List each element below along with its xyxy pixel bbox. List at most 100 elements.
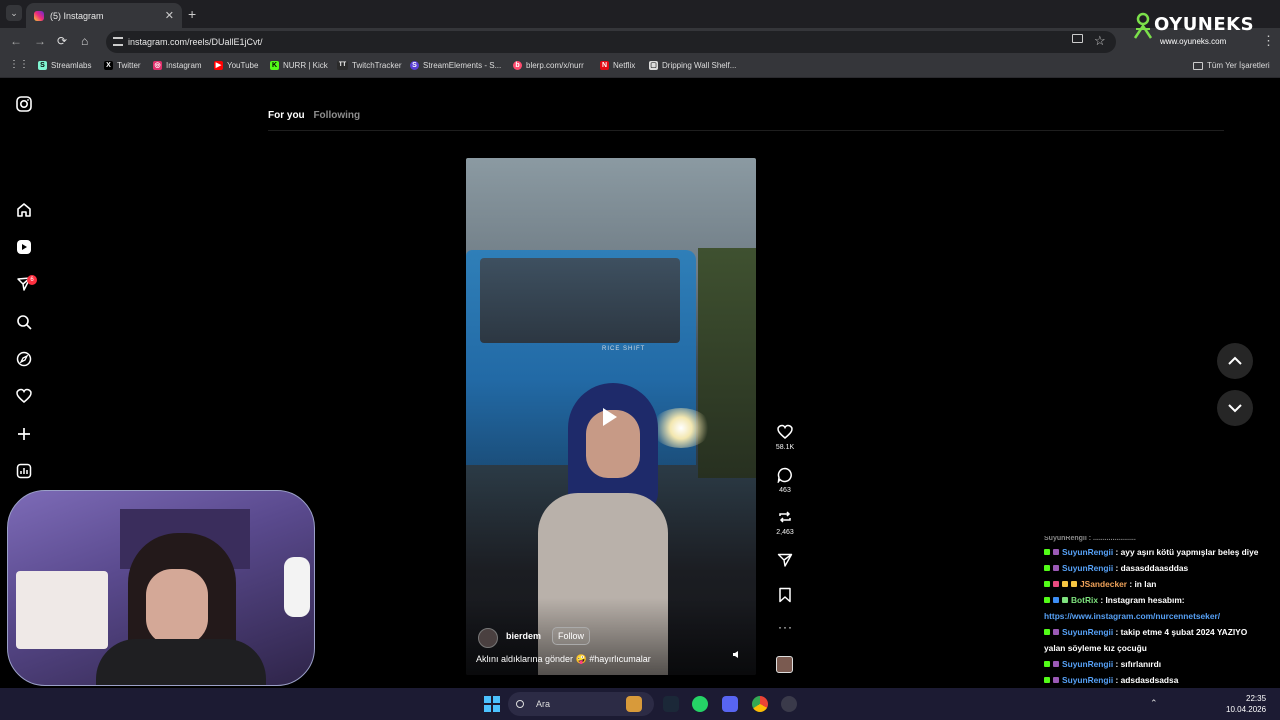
chat-text: in lan: [1134, 579, 1157, 589]
windows-start-icon[interactable]: [484, 696, 500, 712]
chat-username: SuyunRengii: [1062, 675, 1114, 685]
chat-badge-icon: [1053, 677, 1059, 683]
bookmark-label: TwitchTracker: [352, 61, 402, 70]
bookmark-blerp[interactable]: b blerp.com/x/nurr: [513, 61, 584, 70]
home-icon[interactable]: [16, 202, 32, 218]
explore-compass-icon[interactable]: [16, 351, 32, 367]
streamer-body: [96, 639, 266, 685]
next-reel-button[interactable]: [1217, 390, 1253, 426]
netflix-icon: N: [600, 61, 609, 70]
chat-badge-icon: [1053, 581, 1059, 587]
chat-badge-icon: [1044, 565, 1050, 571]
chat-link[interactable]: https://www.instagram.com/nurcennetseker…: [1044, 611, 1220, 621]
address-bar[interactable]: instagram.com/reels/DUallE1jCvt/: [106, 31, 1116, 53]
apps-grid-icon[interactable]: ⋮⋮: [9, 59, 29, 70]
taskbar-clock[interactable]: 22:35 10.04.2026: [1226, 693, 1266, 715]
more-options-icon[interactable]: ···: [778, 620, 793, 634]
whatsapp-icon[interactable]: [692, 696, 708, 712]
bookmark-twitchtracker[interactable]: TT TwitchTracker: [337, 61, 402, 70]
webcam-microphone: [284, 557, 310, 617]
all-bookmarks[interactable]: Tüm Yer İşaretleri: [1193, 61, 1270, 70]
chat-badge-icon: [1053, 661, 1059, 667]
chevron-up-icon: [1228, 356, 1242, 365]
bookmark-label: YouTube: [227, 61, 259, 70]
save-bookmark-icon[interactable]: [777, 587, 793, 603]
bookmark-label: Dripping Wall Shelf...: [662, 61, 737, 70]
instagram-logo-icon[interactable]: [16, 96, 32, 112]
bookmark-label: Twitter: [117, 61, 141, 70]
author-name[interactable]: bierdem: [506, 631, 541, 641]
streamlabs-icon: S: [38, 61, 47, 70]
reels-icon[interactable]: [16, 239, 32, 255]
tab-close-icon[interactable]: ✕: [165, 9, 174, 22]
audio-thumbnail[interactable]: [776, 656, 793, 673]
reload-icon[interactable]: ⟳: [57, 34, 67, 48]
bookmark-star-icon[interactable]: ☆: [1094, 33, 1106, 49]
chat-message: SuyunRengii : dasasddaasddas: [1044, 560, 1280, 576]
back-icon[interactable]: ←: [10, 34, 22, 48]
play-icon[interactable]: [603, 408, 617, 426]
share-send-icon[interactable]: [777, 552, 793, 568]
tab-for-you[interactable]: For you: [268, 110, 305, 121]
bookmark-streamlabs[interactable]: S Streamlabs: [38, 61, 91, 70]
dashboard-chart-icon[interactable]: [16, 463, 32, 479]
bookmark-dripping-shelf[interactable]: ▢ Dripping Wall Shelf...: [649, 61, 736, 70]
tab-title: (5) Instagram: [50, 10, 104, 21]
like-action[interactable]: 58.1K: [772, 424, 798, 451]
bookmark-label: Netflix: [613, 61, 636, 70]
search-icon[interactable]: [16, 314, 32, 330]
tab-following[interactable]: Following: [313, 110, 360, 121]
chat-text: takip etme 4 şubat 2024 YAZIYO: [1120, 627, 1248, 637]
repost-action[interactable]: 2,463: [772, 509, 798, 536]
bookmark-streamelements[interactable]: S StreamElements - S...: [410, 61, 501, 70]
discord-icon[interactable]: [722, 696, 738, 712]
chat-username: BotRix: [1071, 595, 1098, 605]
tray-chevron-icon[interactable]: ⌃: [1150, 698, 1158, 709]
bookmark-instagram[interactable]: ◎ Instagram: [153, 61, 202, 70]
bookmark-label: NURR | Kick: [283, 61, 328, 70]
bookmark-label: Streamlabs: [51, 61, 92, 70]
tab-search-button[interactable]: ⌄: [6, 5, 22, 21]
comment-icon[interactable]: [777, 467, 793, 483]
browser-toolbar: ← → ⟳ ⌂ instagram.com/reels/DUallE1jCvt/…: [0, 28, 1280, 56]
repost-icon[interactable]: [777, 509, 793, 525]
clock-date: 10.04.2026: [1226, 705, 1267, 714]
windows-taskbar: Ara ⌃ 22:35 10.04.2026: [0, 688, 1280, 720]
steam-icon[interactable]: [663, 696, 679, 712]
like-count: 58.1K: [775, 444, 795, 451]
save-action[interactable]: [772, 587, 798, 607]
chevron-down-icon: [1228, 404, 1242, 413]
address-url: instagram.com/reels/DUallE1jCvt/: [128, 37, 263, 47]
forward-icon[interactable]: →: [34, 34, 46, 48]
share-action[interactable]: [772, 552, 798, 572]
comment-action[interactable]: 463: [772, 467, 798, 494]
chat-text: adsdasdsadsa: [1120, 675, 1179, 685]
home-icon[interactable]: ⌂: [81, 34, 88, 48]
previous-reel-button[interactable]: [1217, 343, 1253, 379]
install-app-icon[interactable]: [1072, 34, 1083, 43]
chrome-icon[interactable]: [752, 696, 768, 712]
like-heart-icon[interactable]: [777, 424, 793, 440]
feed-tabs: For you Following: [268, 110, 360, 121]
bookmark-youtube[interactable]: ▶ YouTube: [214, 61, 258, 70]
clock-time: 22:35: [1246, 694, 1267, 703]
follow-button[interactable]: Follow: [552, 627, 591, 645]
author-avatar[interactable]: [478, 628, 498, 648]
chat-message: JSandecker : in lan: [1044, 576, 1280, 592]
reel-video[interactable]: RICE SHIFT bierdem Follow Aklını aldıkla…: [466, 158, 756, 675]
chat-badge-icon: [1044, 661, 1050, 667]
mute-icon[interactable]: [732, 650, 741, 659]
game-app-icon[interactable]: [626, 696, 642, 712]
x-twitter-icon: X: [104, 61, 113, 70]
create-plus-icon[interactable]: [16, 426, 32, 442]
bookmark-twitter[interactable]: X Twitter: [104, 61, 141, 70]
new-tab-button[interactable]: +: [188, 6, 196, 22]
browser-tab-instagram[interactable]: (5) Instagram ✕: [26, 3, 182, 28]
site-info-icon[interactable]: [113, 37, 123, 46]
notifications-heart-icon[interactable]: [16, 388, 32, 404]
chat-text: yalan söyleme kız çocuğu: [1044, 643, 1147, 653]
chat-text: ayy aşırı kötü yapmışlar beleş diye: [1120, 547, 1259, 557]
bookmark-kick[interactable]: K NURR | Kick: [270, 61, 328, 70]
bookmark-netflix[interactable]: N Netflix: [600, 61, 635, 70]
app-icon[interactable]: [781, 696, 797, 712]
